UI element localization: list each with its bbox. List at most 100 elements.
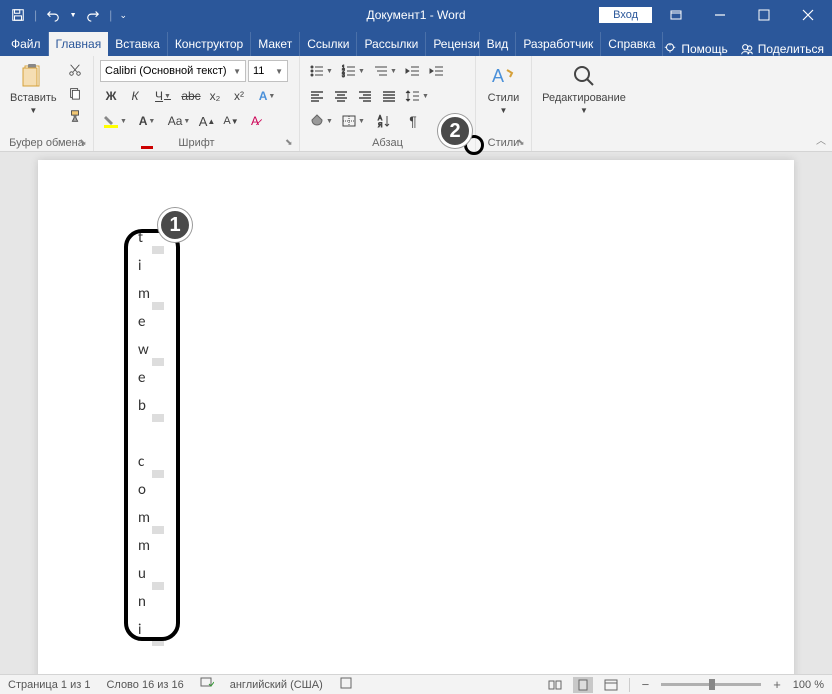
text-effects-icon[interactable]: A▼ xyxy=(252,85,282,107)
save-icon[interactable] xyxy=(6,3,30,27)
justify-icon[interactable] xyxy=(378,85,400,107)
char[interactable]: m xyxy=(134,284,164,312)
accessibility-icon[interactable] xyxy=(339,677,353,692)
share-button[interactable]: Поделиться xyxy=(740,42,824,56)
char[interactable]: w xyxy=(134,340,164,368)
shading-icon[interactable]: ▼ xyxy=(306,110,336,132)
clear-formatting-icon[interactable]: A̷ xyxy=(244,110,266,132)
tab-mailings[interactable]: Рассылки xyxy=(357,32,426,56)
decrease-indent-icon[interactable] xyxy=(402,60,424,82)
bold-button[interactable]: Ж xyxy=(100,85,122,107)
char[interactable]: i xyxy=(134,256,164,284)
font-size-value: 11 xyxy=(253,65,264,77)
tab-help[interactable]: Справка xyxy=(601,32,663,56)
styles-launcher-icon[interactable]: ⬊ xyxy=(517,137,529,149)
borders-icon[interactable]: ▼ xyxy=(338,110,368,132)
language-status[interactable]: английский (США) xyxy=(230,679,323,691)
vertical-text-selection[interactable]: t i m e w e b c o m m u n i xyxy=(134,228,164,648)
paste-button[interactable]: Вставить ▼ xyxy=(6,60,61,117)
share-label: Поделиться xyxy=(758,42,824,56)
svg-text:3: 3 xyxy=(342,73,345,78)
align-center-icon[interactable] xyxy=(330,85,352,107)
page-status[interactable]: Страница 1 из 1 xyxy=(8,679,90,691)
change-case-icon[interactable]: Aa▼ xyxy=(164,110,194,132)
tell-me-button[interactable]: Помощь xyxy=(663,42,727,56)
web-layout-icon[interactable] xyxy=(601,677,621,693)
show-marks-icon[interactable]: ¶ xyxy=(402,110,424,132)
document-area[interactable]: t i m e w e b c o m m u n i xyxy=(0,152,832,674)
tab-home[interactable]: Главная xyxy=(49,32,109,56)
qat-customize-icon[interactable]: ⌄ xyxy=(116,3,130,27)
increase-indent-icon[interactable] xyxy=(426,60,448,82)
close-icon[interactable] xyxy=(788,0,828,30)
tab-design[interactable]: Конструктор xyxy=(168,32,251,56)
editing-button[interactable]: Редактирование ▼ xyxy=(538,60,630,117)
redo-icon[interactable] xyxy=(81,3,105,27)
group-clipboard: Вставить ▼ Буфер обмена ⬊ xyxy=(0,56,94,151)
char[interactable] xyxy=(134,424,164,452)
sort-icon[interactable]: AЯ xyxy=(370,110,400,132)
group-styles: A Стили ▼ Стили ⬊ xyxy=(476,56,532,151)
char[interactable]: b xyxy=(134,396,164,424)
font-color-icon[interactable]: A▼ xyxy=(132,110,162,132)
tab-insert[interactable]: Вставка xyxy=(108,32,168,56)
align-left-icon[interactable] xyxy=(306,85,328,107)
svg-text:A: A xyxy=(492,66,504,86)
tab-layout[interactable]: Макет xyxy=(251,32,300,56)
underline-button[interactable]: Ч▼ xyxy=(148,85,178,107)
strikethrough-button[interactable]: abc xyxy=(180,85,202,107)
tab-file[interactable]: Файл xyxy=(4,32,49,56)
char[interactable]: n xyxy=(134,592,164,620)
line-spacing-icon[interactable]: ▼ xyxy=(402,85,432,107)
zoom-slider[interactable] xyxy=(661,683,761,686)
print-layout-icon[interactable] xyxy=(573,677,593,693)
page[interactable]: t i m e w e b c o m m u n i xyxy=(38,160,794,674)
font-size-combo[interactable]: 11▼ xyxy=(248,60,288,82)
bullets-icon[interactable]: ▼ xyxy=(306,60,336,82)
tab-developer[interactable]: Разработчик xyxy=(516,32,601,56)
char[interactable]: u xyxy=(134,564,164,592)
zoom-out-button[interactable]: − xyxy=(638,677,654,692)
subscript-button[interactable]: x₂ xyxy=(204,85,226,107)
svg-text:Я: Я xyxy=(378,123,382,128)
tab-view[interactable]: Вид xyxy=(480,32,517,56)
superscript-button[interactable]: x² xyxy=(228,85,250,107)
italic-button[interactable]: К xyxy=(124,85,146,107)
ribbon-display-icon[interactable] xyxy=(656,0,696,30)
tab-references[interactable]: Ссылки xyxy=(300,32,357,56)
clipboard-launcher-icon[interactable]: ⬊ xyxy=(79,137,91,149)
char[interactable]: o xyxy=(134,480,164,508)
tab-review[interactable]: Рецензирование xyxy=(426,32,479,56)
align-right-icon[interactable] xyxy=(354,85,376,107)
font-launcher-icon[interactable]: ⬊ xyxy=(285,137,297,149)
collapse-ribbon-icon[interactable]: ︿ xyxy=(816,132,826,147)
char[interactable]: m xyxy=(134,536,164,564)
styles-button[interactable]: A Стили ▼ xyxy=(484,60,524,117)
maximize-icon[interactable] xyxy=(744,0,784,30)
grow-font-icon[interactable]: A▲ xyxy=(196,110,218,132)
editing-label: Редактирование xyxy=(542,92,626,104)
format-painter-icon[interactable] xyxy=(65,106,85,126)
word-count[interactable]: Слово 16 из 16 xyxy=(106,679,183,691)
undo-icon[interactable] xyxy=(41,3,65,27)
char[interactable]: i xyxy=(134,620,164,648)
minimize-icon[interactable] xyxy=(700,0,740,30)
spellcheck-icon[interactable] xyxy=(200,677,214,692)
font-name-combo[interactable]: Calibri (Основной текст)▼ xyxy=(100,60,246,82)
char[interactable]: e xyxy=(134,368,164,396)
zoom-in-button[interactable]: + xyxy=(769,677,785,692)
annotation-bubble-2: 2 xyxy=(438,114,472,148)
copy-icon[interactable] xyxy=(65,83,85,103)
read-mode-icon[interactable] xyxy=(545,677,565,693)
zoom-level[interactable]: 100 % xyxy=(793,679,824,691)
char[interactable]: m xyxy=(134,508,164,536)
undo-dropdown-icon[interactable]: ▼ xyxy=(67,3,79,27)
cut-icon[interactable] xyxy=(65,60,85,80)
multilevel-list-icon[interactable]: ▼ xyxy=(370,60,400,82)
login-button[interactable]: Вход xyxy=(599,7,652,23)
char[interactable]: c xyxy=(134,452,164,480)
numbering-icon[interactable]: 123▼ xyxy=(338,60,368,82)
char[interactable]: e xyxy=(134,312,164,340)
highlight-icon[interactable]: ▼ xyxy=(100,110,130,132)
shrink-font-icon[interactable]: A▼ xyxy=(220,110,242,132)
